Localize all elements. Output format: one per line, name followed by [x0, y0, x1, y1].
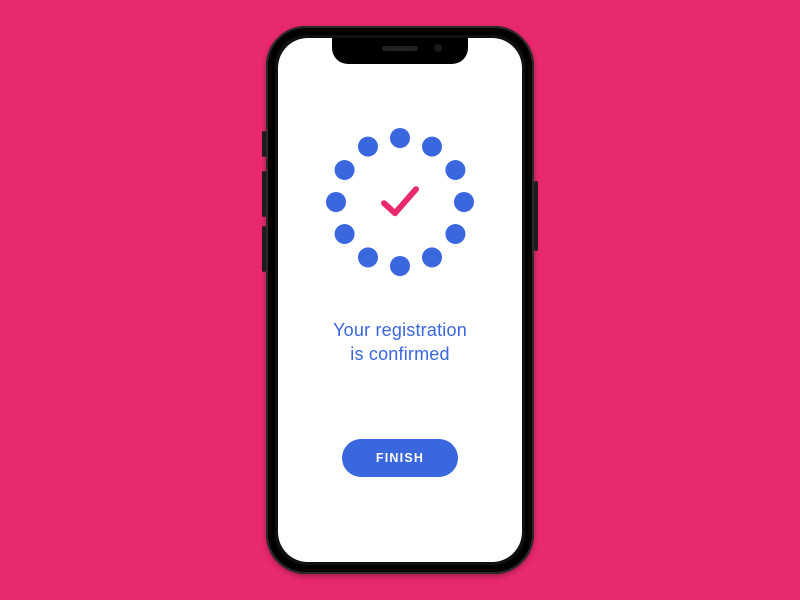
progress-ring-icon [320, 122, 480, 282]
phone-mockup: Your registration is confirmed FINISH [266, 26, 534, 574]
confirmation-panel: Your registration is confirmed FINISH [278, 38, 522, 562]
finish-button[interactable]: FINISH [342, 439, 458, 477]
confirmation-message: Your registration is confirmed [333, 318, 467, 367]
phone-notch [332, 38, 468, 64]
check-icon [376, 181, 424, 221]
confirmation-message-line1: Your registration [333, 318, 467, 342]
phone-mute-switch [262, 131, 266, 157]
stage: Your registration is confirmed FINISH [0, 0, 800, 600]
phone-speaker [382, 46, 418, 51]
confirmation-message-line2: is confirmed [333, 342, 467, 366]
phone-volume-up [262, 171, 266, 217]
phone-screen: Your registration is confirmed FINISH [278, 38, 522, 562]
phone-front-camera [434, 44, 442, 52]
phone-power-button [534, 181, 538, 251]
phone-volume-down [262, 226, 266, 272]
